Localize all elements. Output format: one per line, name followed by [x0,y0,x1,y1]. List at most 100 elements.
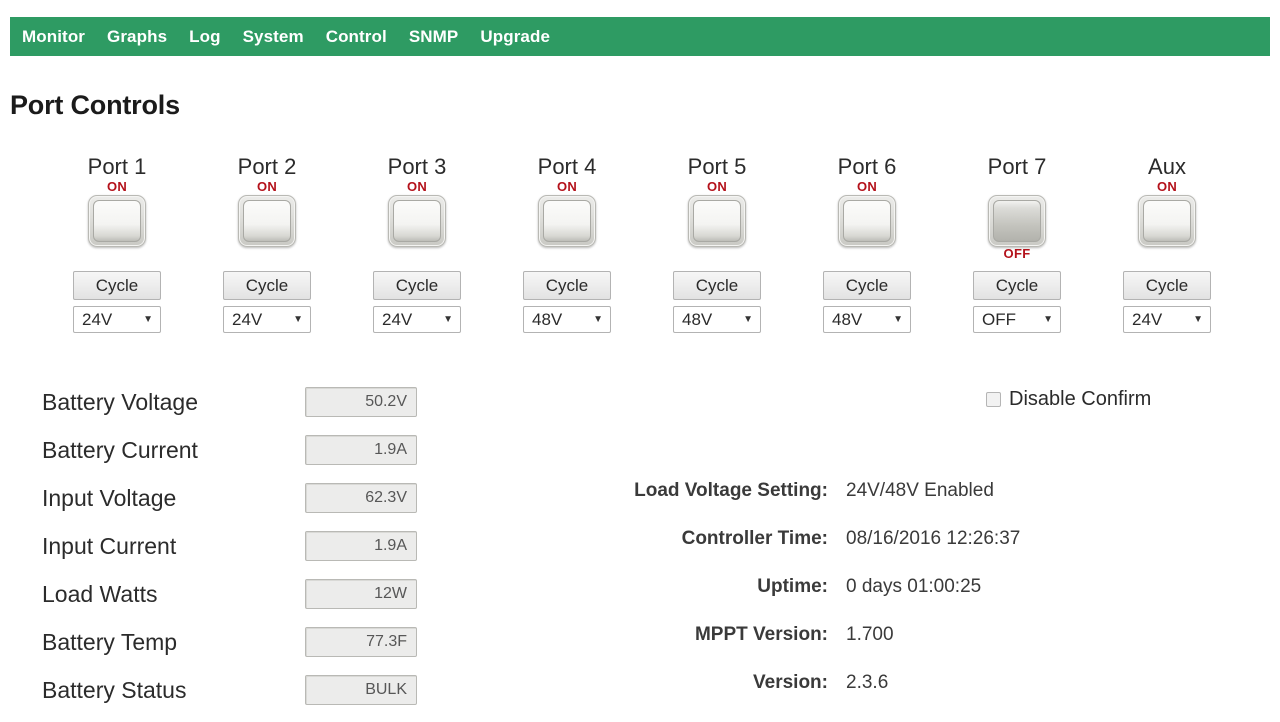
port-voltage-select[interactable]: OFF ▼ [973,306,1061,334]
port-cycle-button[interactable]: Cycle [1123,271,1211,301]
readout-row: Battery Status BULK [42,666,417,714]
port-state-label-above: ON [106,179,128,195]
nav-item-control[interactable]: Control [326,27,387,47]
port-power-switch[interactable] [838,195,896,248]
readout-row: Battery Voltage 50.2V [42,378,417,426]
checkbox-icon[interactable] [986,392,1001,407]
info-label: MPPT Version: [694,624,828,645]
port-name: Port 1 [87,154,147,179]
switch-face [393,200,441,243]
readout-value: 50.2V [305,387,417,417]
page-title: Port Controls [10,90,180,120]
readout-label: Battery Temp [42,628,178,655]
readout-label: Input Voltage [42,484,177,511]
port-voltage-value: OFF [982,309,1016,329]
chevron-down-icon: ▼ [293,313,303,325]
port-power-switch[interactable] [538,195,596,248]
port-name: Port 4 [537,154,597,179]
switch-face [543,200,591,243]
port-cycle-button[interactable]: Cycle [673,271,761,301]
port-column: Port 2 ON Cycle 24V ▼ [192,154,342,334]
info-row: Load Voltage Setting: 24V/48V Enabled [580,480,1020,528]
port-power-switch[interactable] [238,195,296,248]
readout-row: Load Watts 12W [42,570,417,618]
port-state-label-above: ON [856,179,878,195]
port-cycle-button[interactable]: Cycle [373,271,461,301]
port-voltage-value: 48V [682,309,713,329]
port-voltage-value: 48V [832,309,863,329]
port-name: Port 5 [687,154,747,179]
readout-value: 1.9A [305,531,417,561]
info-label: Uptime: [757,576,828,597]
nav-item-monitor[interactable]: Monitor [22,27,85,47]
port-column: Aux ON Cycle 24V ▼ [1092,154,1242,334]
port-switch-group: ON [688,180,746,262]
port-column: Port 4 ON Cycle 48V ▼ [492,154,642,334]
nav-item-graphs[interactable]: Graphs [107,27,167,47]
chevron-down-icon: ▼ [443,313,453,325]
port-column: Port 5 ON Cycle 48V ▼ [642,154,792,334]
nav-item-snmp[interactable]: SNMP [409,27,459,47]
nav-item-log[interactable]: Log [189,27,220,47]
info-row: Version: 2.3.6 [580,672,1020,720]
port-voltage-value: 24V [232,309,263,329]
port-cycle-button[interactable]: Cycle [223,271,311,301]
readout-row: Input Voltage 62.3V [42,474,417,522]
status-readout-list: Battery Voltage 50.2V Battery Current 1.9A I… [42,378,417,714]
port-voltage-select[interactable]: 24V ▼ [1123,306,1211,334]
info-row: Uptime: 0 days 01:00:25 [580,576,1020,624]
port-cycle-button[interactable]: Cycle [523,271,611,301]
port-power-switch[interactable] [88,195,146,248]
port-power-switch[interactable] [1138,195,1196,248]
port-cycle-button[interactable]: Cycle [973,271,1061,301]
port-state-label-below: OFF [1003,246,1031,262]
readout-label: Battery Current [42,436,198,463]
chevron-down-icon: ▼ [593,313,603,325]
port-cycle-button[interactable]: Cycle [73,271,161,301]
port-power-switch[interactable] [388,195,446,248]
readout-value: 62.3V [305,483,417,513]
port-voltage-select[interactable]: 24V ▼ [73,306,161,334]
port-voltage-select[interactable]: 48V ▼ [673,306,761,334]
port-voltage-select[interactable]: 24V ▼ [373,306,461,334]
nav-item-upgrade[interactable]: Upgrade [480,27,550,47]
switch-face [693,200,741,243]
port-switch-group: ON [538,180,596,262]
port-voltage-select[interactable]: 48V ▼ [523,306,611,334]
info-value: 08/16/2016 12:26:37 [846,528,1021,549]
system-info-panel: Load Voltage Setting: 24V/48V Enabled Cont… [580,480,1020,720]
readout-label: Battery Status [42,676,187,703]
readout-label: Input Current [42,532,177,559]
readout-label: Battery Voltage [42,388,198,415]
port-name: Aux [1148,154,1186,179]
port-power-switch[interactable] [988,195,1046,248]
port-state-label-above: ON [1156,179,1178,195]
nav-item-system[interactable]: System [243,27,304,47]
info-label: Version: [753,672,828,693]
readout-value: 12W [305,579,417,609]
chevron-down-icon: ▼ [743,313,753,325]
port-switch-group: ON [838,180,896,262]
port-power-switch[interactable] [688,195,746,248]
port-state-label-above: ON [406,179,428,195]
chevron-down-icon: ▼ [1193,313,1203,325]
port-voltage-select[interactable]: 48V ▼ [823,306,911,334]
port-cycle-button[interactable]: Cycle [823,271,911,301]
port-voltage-value: 24V [82,309,113,329]
port-voltage-select[interactable]: 24V ▼ [223,306,311,334]
disable-confirm-checkbox[interactable]: Disable Confirm [986,388,1151,411]
port-name: Port 2 [237,154,297,179]
disable-confirm-label: Disable Confirm [1009,388,1152,410]
info-value: 2.3.6 [846,672,889,693]
port-column: Port 1 ON Cycle 24V ▼ [42,154,192,334]
info-row: MPPT Version: 1.700 [580,624,1020,672]
port-switch-group: ON [88,180,146,262]
port-switch-group: ON [388,180,446,262]
port-column: Port 7 OFF Cycle OFF ▼ [942,154,1092,334]
port-column: Port 3 ON Cycle 24V ▼ [342,154,492,334]
port-name: Port 3 [387,154,447,179]
port-voltage-value: 48V [532,309,563,329]
chevron-down-icon: ▼ [893,313,903,325]
port-controls-row: Port 1 ON Cycle 24V ▼ Port 2 ON Cycle 24V ▼ Port 3… [42,154,1242,334]
info-row: Controller Time: 08/16/2016 12:26:37 [580,528,1021,576]
